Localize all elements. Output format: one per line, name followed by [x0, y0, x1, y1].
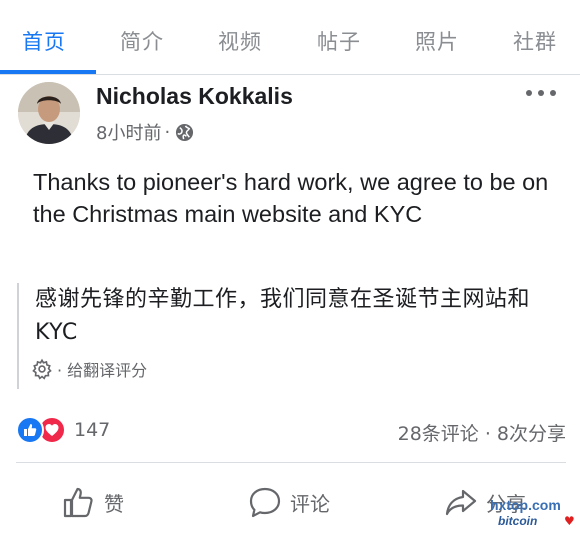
- share-icon: [445, 489, 477, 516]
- comment-share-stats[interactable]: 28条评论 · 8次分享: [398, 419, 566, 446]
- thumbs-up-icon: [63, 487, 93, 518]
- heart-icon: ♥: [564, 514, 575, 528]
- post-text: Thanks to pioneer's hard work, we agree …: [33, 169, 549, 227]
- globe-icon: [176, 123, 194, 141]
- tab-posts[interactable]: 帖子: [317, 26, 361, 56]
- tab-community[interactable]: 社群: [513, 26, 557, 56]
- reaction-count: 147: [74, 419, 111, 441]
- more-options-icon[interactable]: [526, 84, 556, 102]
- watermark-tag: bitcoin: [498, 514, 538, 528]
- tab-bar-divider: [0, 74, 580, 75]
- post-time[interactable]: 8小时前: [96, 119, 161, 145]
- tab-videos[interactable]: 视频: [218, 26, 262, 56]
- like-reaction-icon: [16, 416, 44, 444]
- action-divider: [16, 462, 566, 463]
- author-name[interactable]: Nicholas Kokkalis: [96, 83, 293, 110]
- translated-text: 感谢先锋的辛勤工作，我们同意在圣诞节主网站和KYC: [35, 287, 531, 345]
- meta-separator: ·: [164, 121, 171, 143]
- rate-translation-row[interactable]: · 给翻译评分: [31, 357, 147, 381]
- comment-button[interactable]: 评论: [248, 484, 330, 520]
- tab-about[interactable]: 简介: [120, 26, 164, 56]
- tab-home[interactable]: 首页: [22, 26, 66, 56]
- site-watermark: hxtop.com bitcoin ♥: [478, 497, 578, 533]
- like-button[interactable]: 赞: [62, 484, 124, 520]
- profile-tab-bar: 首页 简介 视频 帖子 照片 社群: [0, 0, 580, 76]
- comment-icon: [249, 487, 281, 518]
- rate-translation-label[interactable]: · 给翻译评分: [57, 357, 147, 381]
- like-button-label: 赞: [104, 491, 124, 516]
- author-avatar[interactable]: [18, 82, 80, 144]
- tab-photos[interactable]: 照片: [415, 26, 459, 56]
- gear-icon: [32, 358, 52, 380]
- reaction-summary[interactable]: 147: [16, 416, 110, 444]
- post-meta: 8小时前 ·: [96, 120, 194, 144]
- watermark-domain: hxtop.com: [490, 497, 561, 513]
- translation-block: 感谢先锋的辛勤工作，我们同意在圣诞节主网站和KYC · 给翻译评分: [17, 283, 562, 389]
- comment-button-label: 评论: [290, 491, 330, 516]
